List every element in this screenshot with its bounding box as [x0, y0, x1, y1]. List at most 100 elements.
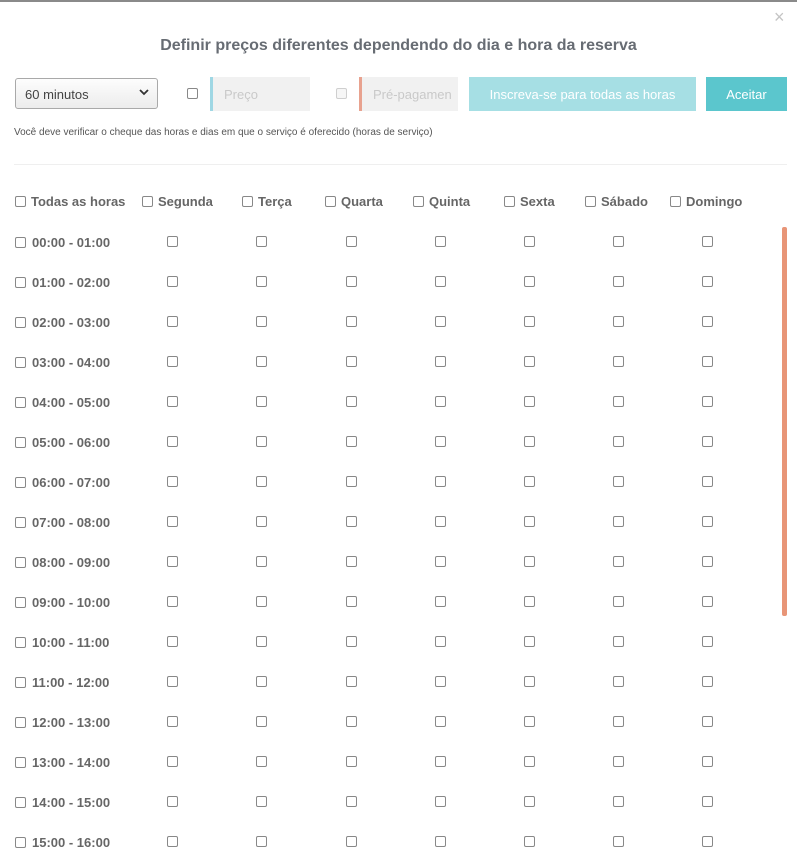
hour-row-label[interactable]: 05:00 - 06:00 [15, 435, 110, 450]
slot-checkbox[interactable] [435, 796, 446, 807]
hour-row-checkbox[interactable] [15, 517, 26, 528]
slot-checkbox[interactable] [524, 636, 535, 647]
slot-checkbox[interactable] [435, 476, 446, 487]
slot-checkbox[interactable] [346, 516, 357, 527]
slot-checkbox[interactable] [346, 756, 357, 767]
slot-checkbox[interactable] [435, 556, 446, 567]
slot-checkbox[interactable] [613, 716, 624, 727]
slot-checkbox[interactable] [167, 236, 178, 247]
hour-row-checkbox[interactable] [15, 317, 26, 328]
slot-checkbox[interactable] [256, 396, 267, 407]
slot-checkbox[interactable] [167, 436, 178, 447]
slot-checkbox[interactable] [613, 556, 624, 567]
slot-checkbox[interactable] [256, 836, 267, 847]
slot-checkbox[interactable] [613, 516, 624, 527]
slot-checkbox[interactable] [524, 476, 535, 487]
duration-select[interactable]: 60 minutos [15, 78, 158, 109]
slot-checkbox[interactable] [346, 396, 357, 407]
slot-checkbox[interactable] [256, 236, 267, 247]
hour-row-label[interactable]: 08:00 - 09:00 [15, 555, 110, 570]
slot-checkbox[interactable] [435, 596, 446, 607]
slot-checkbox[interactable] [613, 636, 624, 647]
slot-checkbox[interactable] [256, 516, 267, 527]
day-checkbox[interactable] [325, 196, 336, 207]
slot-checkbox[interactable] [524, 556, 535, 567]
day-checkbox[interactable] [142, 196, 153, 207]
slot-checkbox[interactable] [702, 516, 713, 527]
slot-checkbox[interactable] [435, 396, 446, 407]
prepayment-input[interactable]: Pré-pagamen [359, 77, 458, 111]
slot-checkbox[interactable] [524, 796, 535, 807]
hour-row-checkbox[interactable] [15, 477, 26, 488]
close-icon[interactable]: × [774, 8, 785, 26]
slot-checkbox[interactable] [167, 796, 178, 807]
hour-row-label[interactable]: 09:00 - 10:00 [15, 595, 110, 610]
slot-checkbox[interactable] [167, 676, 178, 687]
slot-checkbox[interactable] [346, 356, 357, 367]
slot-checkbox[interactable] [613, 436, 624, 447]
slot-checkbox[interactable] [346, 236, 357, 247]
hour-row-label[interactable]: 11:00 - 12:00 [15, 675, 109, 690]
slot-checkbox[interactable] [702, 636, 713, 647]
slot-checkbox[interactable] [167, 316, 178, 327]
hour-row-checkbox[interactable] [15, 557, 26, 568]
slot-checkbox[interactable] [613, 796, 624, 807]
slot-checkbox[interactable] [346, 476, 357, 487]
hour-row-checkbox[interactable] [15, 237, 26, 248]
hour-row-checkbox[interactable] [15, 597, 26, 608]
slot-checkbox[interactable] [167, 396, 178, 407]
scrollbar[interactable] [782, 227, 787, 616]
hour-row-checkbox[interactable] [15, 277, 26, 288]
slot-checkbox[interactable] [256, 316, 267, 327]
slot-checkbox[interactable] [613, 276, 624, 287]
header-day-terca[interactable]: Terça [242, 194, 292, 209]
header-day-quarta[interactable]: Quarta [325, 194, 383, 209]
slot-checkbox[interactable] [702, 556, 713, 567]
slot-checkbox[interactable] [346, 716, 357, 727]
slot-checkbox[interactable] [346, 436, 357, 447]
slot-checkbox[interactable] [256, 596, 267, 607]
slot-checkbox[interactable] [256, 756, 267, 767]
slot-checkbox[interactable] [167, 476, 178, 487]
hour-row-label[interactable]: 02:00 - 03:00 [15, 315, 110, 330]
slot-checkbox[interactable] [346, 636, 357, 647]
slot-checkbox[interactable] [524, 356, 535, 367]
header-day-sexta[interactable]: Sexta [504, 194, 555, 209]
day-checkbox[interactable] [585, 196, 596, 207]
hour-row-checkbox[interactable] [15, 797, 26, 808]
slot-checkbox[interactable] [256, 356, 267, 367]
slot-checkbox[interactable] [613, 836, 624, 847]
slot-checkbox[interactable] [524, 516, 535, 527]
slot-checkbox[interactable] [702, 276, 713, 287]
hour-row-checkbox[interactable] [15, 837, 26, 848]
slot-checkbox[interactable] [702, 356, 713, 367]
slot-checkbox[interactable] [167, 636, 178, 647]
all-hours-checkbox[interactable] [15, 196, 26, 207]
day-checkbox[interactable] [504, 196, 515, 207]
header-day-domingo[interactable]: Domingo [670, 194, 742, 209]
slot-checkbox[interactable] [256, 716, 267, 727]
slot-checkbox[interactable] [524, 596, 535, 607]
slot-checkbox[interactable] [524, 436, 535, 447]
hour-row-label[interactable]: 13:00 - 14:00 [15, 755, 110, 770]
slot-checkbox[interactable] [256, 676, 267, 687]
header-day-quinta[interactable]: Quinta [413, 194, 470, 209]
hour-row-label[interactable]: 00:00 - 01:00 [15, 235, 110, 250]
header-day-sabado[interactable]: Sábado [585, 194, 648, 209]
slot-checkbox[interactable] [702, 596, 713, 607]
slot-checkbox[interactable] [346, 676, 357, 687]
hour-row-label[interactable]: 10:00 - 11:00 [15, 635, 109, 650]
slot-checkbox[interactable] [435, 716, 446, 727]
slot-checkbox[interactable] [435, 756, 446, 767]
hour-row-checkbox[interactable] [15, 357, 26, 368]
slot-checkbox[interactable] [524, 276, 535, 287]
slot-checkbox[interactable] [435, 316, 446, 327]
slot-checkbox[interactable] [702, 316, 713, 327]
slot-checkbox[interactable] [435, 276, 446, 287]
slot-checkbox[interactable] [256, 276, 267, 287]
slot-checkbox[interactable] [524, 836, 535, 847]
hour-row-checkbox[interactable] [15, 677, 26, 688]
slot-checkbox[interactable] [346, 316, 357, 327]
slot-checkbox[interactable] [167, 276, 178, 287]
hour-row-checkbox[interactable] [15, 637, 26, 648]
